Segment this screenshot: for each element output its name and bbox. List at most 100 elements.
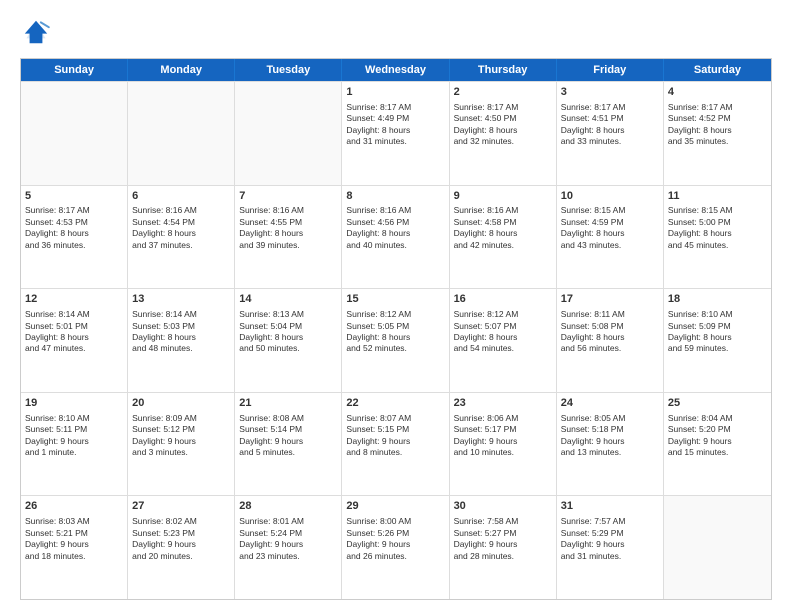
calendar-day-7: 7Sunrise: 8:16 AM Sunset: 4:55 PM Daylig… <box>235 186 342 289</box>
day-number: 27 <box>132 499 230 514</box>
day-info: Sunrise: 8:15 AM Sunset: 4:59 PM Dayligh… <box>561 205 626 249</box>
day-info: Sunrise: 8:13 AM Sunset: 5:04 PM Dayligh… <box>239 309 304 353</box>
day-number: 26 <box>25 499 123 514</box>
day-info: Sunrise: 8:16 AM Sunset: 4:58 PM Dayligh… <box>454 205 519 249</box>
header-day-sunday: Sunday <box>21 59 128 81</box>
header <box>20 16 772 48</box>
day-number: 15 <box>346 292 444 307</box>
day-info: Sunrise: 8:17 AM Sunset: 4:49 PM Dayligh… <box>346 102 411 146</box>
day-number: 30 <box>454 499 552 514</box>
day-number: 18 <box>668 292 767 307</box>
calendar-day-28: 28Sunrise: 8:01 AM Sunset: 5:24 PM Dayli… <box>235 496 342 599</box>
day-info: Sunrise: 8:16 AM Sunset: 4:56 PM Dayligh… <box>346 205 411 249</box>
day-info: Sunrise: 8:17 AM Sunset: 4:53 PM Dayligh… <box>25 205 90 249</box>
day-number: 4 <box>668 85 767 100</box>
day-info: Sunrise: 8:03 AM Sunset: 5:21 PM Dayligh… <box>25 516 90 560</box>
calendar-day-16: 16 Sunrise: 8:12 AM Sunset: 5:07 PM Dayli… <box>450 289 557 392</box>
day-info: Sunrise: 8:12 AM Sunset: 5:07 PM Dayligh… <box>454 309 519 353</box>
calendar-empty-cell <box>21 82 128 185</box>
day-info: Sunrise: 8:16 AM Sunset: 4:55 PM Dayligh… <box>239 205 304 249</box>
day-info: Sunrise: 8:15 AM Sunset: 5:00 PM Dayligh… <box>668 205 733 249</box>
day-number: 5 <box>25 189 123 204</box>
day-info: Sunrise: 8:17 AM Sunset: 4:51 PM Dayligh… <box>561 102 626 146</box>
calendar-day-12: 12 Sunrise: 8:14 AM Sunset: 5:01 PM Dayli… <box>21 289 128 392</box>
calendar-day-13: 13 Sunrise: 8:14 AM Sunset: 5:03 PM Dayli… <box>128 289 235 392</box>
day-info: Sunrise: 8:17 AM Sunset: 4:50 PM Dayligh… <box>454 102 519 146</box>
calendar-day-10: 10Sunrise: 8:15 AM Sunset: 4:59 PM Dayli… <box>557 186 664 289</box>
calendar-day-19: 19 Sunrise: 8:10 AM Sunset: 5:11 PM Dayli… <box>21 393 128 496</box>
calendar-day-25: 25Sunrise: 8:04 AM Sunset: 5:20 PM Dayli… <box>664 393 771 496</box>
calendar-empty-cell <box>128 82 235 185</box>
calendar-day-17: 17 Sunrise: 8:11 AM Sunset: 5:08 PM Dayli… <box>557 289 664 392</box>
calendar-empty-cell <box>664 496 771 599</box>
calendar-day-23: 23Sunrise: 8:06 AM Sunset: 5:17 PM Dayli… <box>450 393 557 496</box>
day-number: 2 <box>454 85 552 100</box>
calendar-day-18: 18 Sunrise: 8:10 AM Sunset: 5:09 PM Dayli… <box>664 289 771 392</box>
day-info: Sunrise: 7:57 AM Sunset: 5:29 PM Dayligh… <box>561 516 626 560</box>
header-day-monday: Monday <box>128 59 235 81</box>
day-info: Sunrise: 8:17 AM Sunset: 4:52 PM Dayligh… <box>668 102 733 146</box>
calendar-body: 1Sunrise: 8:17 AM Sunset: 4:49 PM Daylig… <box>21 81 771 599</box>
day-number: 8 <box>346 189 444 204</box>
calendar-day-6: 6Sunrise: 8:16 AM Sunset: 4:54 PM Daylig… <box>128 186 235 289</box>
day-info: Sunrise: 8:14 AM Sunset: 5:03 PM Dayligh… <box>132 309 197 353</box>
calendar-day-21: 21 Sunrise: 8:08 AM Sunset: 5:14 PM Dayli… <box>235 393 342 496</box>
day-number: 24 <box>561 396 659 411</box>
day-number: 19 <box>25 396 123 411</box>
calendar-day-15: 15 Sunrise: 8:12 AM Sunset: 5:05 PM Dayli… <box>342 289 449 392</box>
calendar-week-4: 19 Sunrise: 8:10 AM Sunset: 5:11 PM Dayli… <box>21 392 771 496</box>
calendar-week-5: 26 Sunrise: 8:03 AM Sunset: 5:21 PM Dayli… <box>21 495 771 599</box>
day-number: 14 <box>239 292 337 307</box>
day-number: 10 <box>561 189 659 204</box>
header-day-friday: Friday <box>557 59 664 81</box>
day-number: 21 <box>239 396 337 411</box>
day-number: 6 <box>132 189 230 204</box>
day-info: Sunrise: 8:10 AM Sunset: 5:11 PM Dayligh… <box>25 413 90 457</box>
day-number: 22 <box>346 396 444 411</box>
calendar-empty-cell <box>235 82 342 185</box>
header-day-saturday: Saturday <box>664 59 771 81</box>
day-number: 16 <box>454 292 552 307</box>
calendar-day-11: 11Sunrise: 8:15 AM Sunset: 5:00 PM Dayli… <box>664 186 771 289</box>
calendar-day-22: 22 Sunrise: 8:07 AM Sunset: 5:15 PM Dayli… <box>342 393 449 496</box>
calendar-header-row: SundayMondayTuesdayWednesdayThursdayFrid… <box>21 59 771 81</box>
calendar: SundayMondayTuesdayWednesdayThursdayFrid… <box>20 58 772 600</box>
day-info: Sunrise: 7:58 AM Sunset: 5:27 PM Dayligh… <box>454 516 519 560</box>
calendar-week-2: 5Sunrise: 8:17 AM Sunset: 4:53 PM Daylig… <box>21 185 771 289</box>
calendar-day-3: 3 Sunrise: 8:17 AM Sunset: 4:51 PM Daylig… <box>557 82 664 185</box>
calendar-week-1: 1Sunrise: 8:17 AM Sunset: 4:49 PM Daylig… <box>21 81 771 185</box>
calendar-day-1: 1Sunrise: 8:17 AM Sunset: 4:49 PM Daylig… <box>342 82 449 185</box>
calendar-day-4: 4 Sunrise: 8:17 AM Sunset: 4:52 PM Daylig… <box>664 82 771 185</box>
calendar-day-8: 8Sunrise: 8:16 AM Sunset: 4:56 PM Daylig… <box>342 186 449 289</box>
header-day-thursday: Thursday <box>450 59 557 81</box>
calendar-day-5: 5Sunrise: 8:17 AM Sunset: 4:53 PM Daylig… <box>21 186 128 289</box>
day-info: Sunrise: 8:11 AM Sunset: 5:08 PM Dayligh… <box>561 309 625 353</box>
day-number: 17 <box>561 292 659 307</box>
day-number: 31 <box>561 499 659 514</box>
logo-icon <box>20 16 52 48</box>
day-info: Sunrise: 8:16 AM Sunset: 4:54 PM Dayligh… <box>132 205 197 249</box>
day-number: 3 <box>561 85 659 100</box>
day-info: Sunrise: 8:10 AM Sunset: 5:09 PM Dayligh… <box>668 309 733 353</box>
page: SundayMondayTuesdayWednesdayThursdayFrid… <box>0 0 792 612</box>
calendar-day-27: 27Sunrise: 8:02 AM Sunset: 5:23 PM Dayli… <box>128 496 235 599</box>
calendar-day-9: 9Sunrise: 8:16 AM Sunset: 4:58 PM Daylig… <box>450 186 557 289</box>
day-number: 23 <box>454 396 552 411</box>
day-info: Sunrise: 8:07 AM Sunset: 5:15 PM Dayligh… <box>346 413 411 457</box>
calendar-day-2: 2 Sunrise: 8:17 AM Sunset: 4:50 PM Daylig… <box>450 82 557 185</box>
day-info: Sunrise: 8:05 AM Sunset: 5:18 PM Dayligh… <box>561 413 626 457</box>
day-number: 13 <box>132 292 230 307</box>
day-info: Sunrise: 8:04 AM Sunset: 5:20 PM Dayligh… <box>668 413 733 457</box>
header-day-tuesday: Tuesday <box>235 59 342 81</box>
day-info: Sunrise: 8:00 AM Sunset: 5:26 PM Dayligh… <box>346 516 411 560</box>
day-info: Sunrise: 8:08 AM Sunset: 5:14 PM Dayligh… <box>239 413 304 457</box>
day-number: 7 <box>239 189 337 204</box>
calendar-day-31: 31 Sunrise: 7:57 AM Sunset: 5:29 PM Dayli… <box>557 496 664 599</box>
day-number: 29 <box>346 499 444 514</box>
calendar-day-20: 20Sunrise: 8:09 AM Sunset: 5:12 PM Dayli… <box>128 393 235 496</box>
calendar-day-29: 29 Sunrise: 8:00 AM Sunset: 5:26 PM Dayli… <box>342 496 449 599</box>
day-number: 12 <box>25 292 123 307</box>
day-info: Sunrise: 8:12 AM Sunset: 5:05 PM Dayligh… <box>346 309 411 353</box>
day-number: 11 <box>668 189 767 204</box>
day-info: Sunrise: 8:14 AM Sunset: 5:01 PM Dayligh… <box>25 309 90 353</box>
